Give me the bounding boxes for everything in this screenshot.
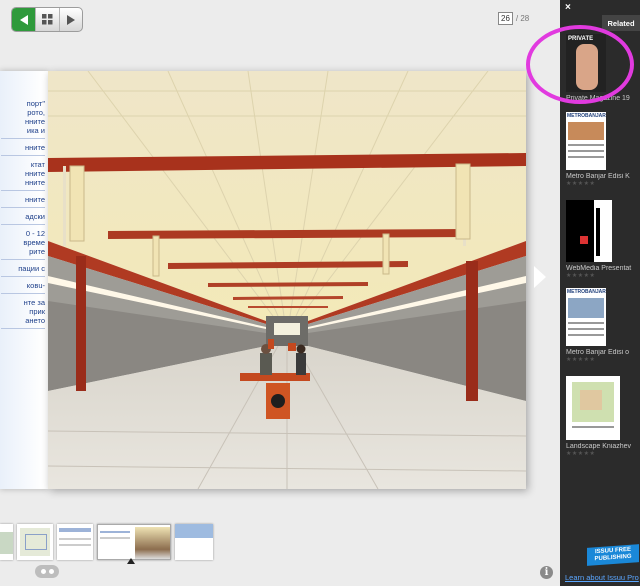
forward-arrow-icon [66,14,75,25]
divider [1,190,45,191]
left-page-text-line: порт" [26,99,45,108]
related-item[interactable]: METROBANJAR Metro Banjar Edisi o ★★★★★ [566,288,638,363]
thumbnail-current-spread[interactable] [97,524,171,560]
grid-icon [41,14,53,25]
divider [1,207,45,208]
left-page-text-line: нните [25,117,45,126]
left-page-text-line: ктат [30,160,45,169]
left-page-text: порт" рото, нните ика и нните ктат нните нните н… [1,99,45,333]
related-title: Metro Banjar Edisi K [566,173,630,180]
subway-platform-image [48,71,526,489]
divider [1,155,45,156]
strip-scroll-indicator[interactable] [35,565,59,578]
left-page-text-line: рото, [27,108,45,117]
left-page-text-line: ковu- [26,281,45,290]
close-icon[interactable]: × [565,2,571,13]
grid-view-button[interactable] [35,8,58,31]
divider [1,224,45,225]
left-page-text-line: адски [25,212,45,221]
total-pages: / 28 [515,14,530,23]
left-page-text-line: ането [25,316,45,325]
thumbnail-page[interactable] [175,524,213,560]
left-page-text-line: нните [25,195,45,204]
left-page-text-line: нте за [23,298,45,307]
left-page-text-line: 0 - 12 [25,229,45,238]
cover-metro-banjar: METROBANJAR [566,112,606,170]
learn-about-issuu-pro-link[interactable]: Learn about Issuu Pro [565,573,639,582]
cover-metro-banjar: METROBANJAR [566,288,606,346]
related-title: WebMedia Presentat [566,265,632,272]
left-page-text-line: пации с [18,264,45,273]
related-title: Landscape Kniazhev [566,443,631,450]
rating-stars: ★★★★★ [566,273,596,279]
related-item[interactable]: WebMedia Presentat ★★★★★ [566,200,638,279]
divider [1,328,45,329]
divider [1,276,45,277]
page-photo-subway-platform[interactable] [48,71,526,489]
back-arrow-icon [19,14,28,25]
left-page[interactable]: порт" рото, нните ика и нните ктат нните нните н… [0,71,48,489]
tab-related[interactable]: Related [602,15,640,31]
divider [1,293,45,294]
page-counter: 26 / 28 [498,12,529,25]
highlight-circle [526,25,634,104]
cover-landscape [566,376,620,440]
left-page-text-line: рите [29,247,45,256]
related-item[interactable]: METROBANJAR Metro Banjar Edisi K ★★★★★ [566,112,638,187]
cover-webmedia [566,200,612,262]
left-page-text-line: нните [25,143,45,152]
next-page-arrow-icon[interactable] [533,266,547,288]
back-button[interactable] [12,8,36,31]
thumbnail-strip [0,524,213,560]
related-title: Metro Banjar Edisi o [566,349,630,356]
rating-stars: ★★★★★ [566,357,596,363]
current-page-input[interactable]: 26 [498,12,513,25]
thumbnail-page[interactable] [57,524,93,560]
nav-controls [11,7,83,32]
left-page-text-line: време [23,238,45,247]
left-page-text-line: ика и [26,126,45,135]
left-page-text-line: нните [25,169,45,178]
left-page-text-line: нните [25,178,45,187]
rating-stars: ★★★★★ [566,451,596,457]
left-page-text-line: прик [29,307,45,316]
issuu-free-publishing-badge[interactable]: ISSUU FREE PUBLISHING [587,544,639,566]
divider [1,259,45,260]
divider [1,138,45,139]
rating-stars: ★★★★★ [566,181,596,187]
thumbnail-page[interactable] [0,524,13,560]
forward-button[interactable] [58,8,82,31]
info-icon[interactable]: i [540,566,553,579]
thumbnail-page[interactable] [17,524,53,560]
related-item[interactable]: Landscape Kniazhev ★★★★★ [566,376,638,457]
current-thumb-marker-icon [127,558,135,564]
